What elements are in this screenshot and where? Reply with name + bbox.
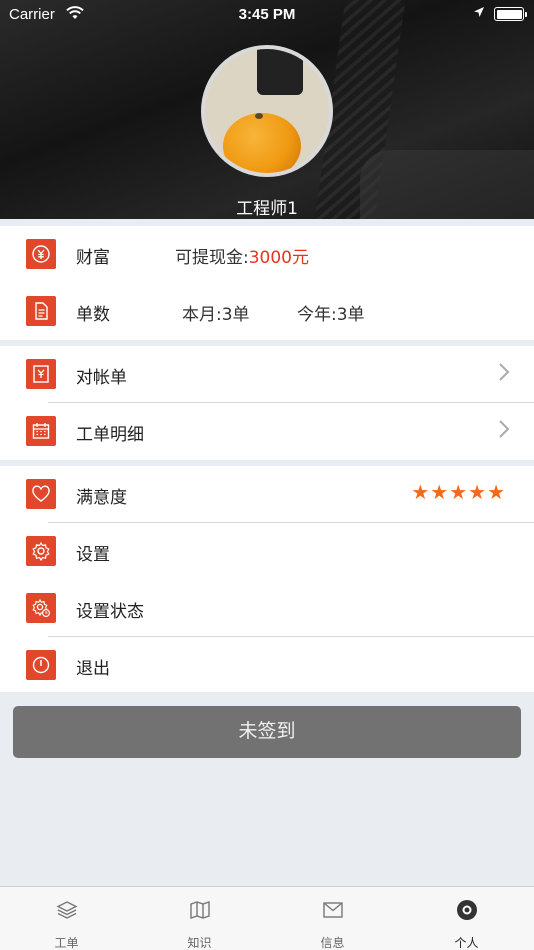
settings-row[interactable]: 设置	[0, 523, 534, 580]
avatar[interactable]	[201, 45, 333, 177]
tab-work-orders[interactable]: 工单	[0, 887, 133, 950]
battery-icon	[494, 7, 527, 21]
calendar-icon	[26, 416, 56, 446]
wealth-label: 财富	[76, 248, 110, 268]
rating-stars: ★★★★★	[411, 480, 506, 504]
yuan-icon	[26, 239, 56, 269]
logout-label: 退出	[76, 659, 110, 679]
heart-icon	[26, 479, 56, 509]
orders-row: 单数 本月:3单 今年:3单	[0, 283, 534, 340]
status-bar: Carrier 3:45 PM	[0, 0, 534, 30]
gear-clock-icon	[26, 593, 56, 623]
orders-label: 单数	[76, 305, 110, 325]
logout-row[interactable]: 退出	[0, 637, 534, 694]
document-icon	[26, 296, 56, 326]
tab-knowledge[interactable]: 知识	[133, 887, 266, 950]
orders-this-month: 本月:3单	[182, 305, 250, 325]
withdrawable-amount: 3000元	[248, 248, 309, 268]
profile-header: Carrier 3:45 PM 工程师1	[0, 0, 534, 219]
tab-label: 工单	[54, 936, 79, 950]
settings-label: 设置	[76, 545, 110, 565]
tab-label: 个人	[454, 936, 479, 950]
orders-this-year: 今年:3单	[297, 305, 365, 325]
signin-button[interactable]: 未签到	[13, 706, 521, 758]
chevron-right-icon	[498, 362, 510, 386]
map-icon	[133, 899, 266, 923]
statement-icon	[26, 359, 56, 389]
satisfaction-label: 满意度	[76, 488, 127, 508]
tab-personal[interactable]: 个人	[400, 887, 533, 950]
settings-section: 满意度 ★★★★★ 设置 设置状态 退出	[0, 466, 534, 692]
gear-icon	[26, 536, 56, 566]
location-arrow-icon	[473, 5, 485, 21]
chevron-right-icon	[498, 419, 510, 443]
tab-messages[interactable]: 信息	[266, 887, 399, 950]
layers-icon	[0, 899, 133, 923]
tab-bar: 工单 知识 信息 个人	[0, 886, 534, 950]
statement-label: 对帐单	[76, 368, 127, 388]
statement-row[interactable]: 对帐单	[0, 346, 534, 403]
records-section: 对帐单 工单明细	[0, 346, 534, 460]
power-icon	[26, 650, 56, 680]
status-time: 3:45 PM	[238, 6, 296, 23]
withdrawable-cash: 可提现金:3000元	[175, 243, 309, 268]
user-name: 工程师1	[236, 199, 298, 219]
mail-icon	[266, 899, 399, 923]
tab-label: 信息	[320, 936, 345, 950]
status-settings-label: 设置状态	[76, 602, 144, 622]
status-settings-row[interactable]: 设置状态	[0, 580, 534, 637]
withdrawable-label: 可提现金:	[175, 248, 249, 268]
order-details-row[interactable]: 工单明细	[0, 403, 534, 460]
order-details-label: 工单明细	[76, 425, 144, 445]
satisfaction-row: 满意度 ★★★★★	[0, 466, 534, 523]
person-icon	[400, 899, 533, 923]
tab-label: 知识	[187, 936, 212, 950]
wealth-row: 财富 可提现金:3000元	[0, 226, 534, 283]
stats-section: 财富 可提现金:3000元 单数 本月:3单 今年:3单	[0, 226, 534, 340]
